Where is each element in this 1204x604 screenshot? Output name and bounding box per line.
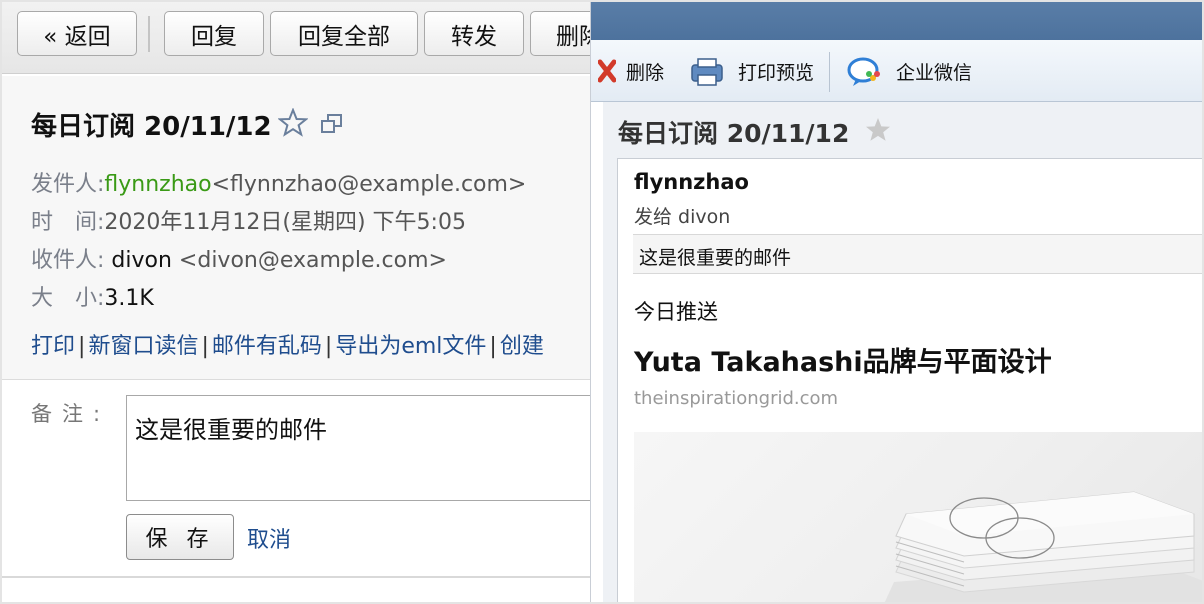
- back-button[interactable]: « 返回: [17, 11, 137, 56]
- sender-row: 发件人:flynnzhao<flynnzhao@example.com>: [31, 166, 526, 198]
- new-window-read-link[interactable]: 新窗口读信: [88, 334, 198, 359]
- web-mail-panel: « 返回 回复 回复全部 转发 删除 每日订阅 20/11/12 发件人:fly…: [0, 0, 600, 604]
- note-label: 备注:: [31, 402, 111, 426]
- sender-name[interactable]: flynnzhao: [104, 172, 211, 197]
- time-label: 时 间:: [31, 210, 105, 235]
- article-headline[interactable]: Yuta Takahashi品牌与平面设计: [634, 340, 1052, 379]
- size-value: 3.1K: [104, 286, 154, 311]
- mail-subject: 每日订阅 20/11/12: [31, 112, 272, 142]
- window-titlebar: [591, 0, 1204, 40]
- recipient-address: <divon@example.com>: [178, 248, 447, 273]
- create-link[interactable]: 创建: [500, 334, 544, 359]
- wechat-icon[interactable]: [846, 55, 884, 89]
- delete-toolbar-button[interactable]: 删除: [626, 58, 664, 85]
- client-sender-name[interactable]: flynnzhao: [634, 170, 749, 194]
- size-row: 大 小:3.1K: [31, 280, 154, 312]
- time-row: 时 间:2020年11月12日(星期四) 下午5:05: [31, 204, 466, 236]
- print-link[interactable]: 打印: [31, 334, 75, 359]
- export-eml-link[interactable]: 导出为eml文件: [335, 334, 486, 359]
- delete-icon[interactable]: [598, 58, 616, 84]
- client-mail-subject: 每日订阅 20/11/12: [618, 119, 850, 148]
- reply-button[interactable]: 回复: [164, 11, 264, 56]
- save-button[interactable]: 保 存: [126, 514, 234, 560]
- sender-address: <flynnzhao@example.com>: [211, 172, 527, 197]
- book-stack-illustration: [884, 491, 1204, 604]
- new-window-icon[interactable]: [321, 114, 343, 134]
- note-textarea[interactable]: 这是很重要的邮件: [126, 395, 600, 501]
- cancel-link[interactable]: 取消: [247, 522, 291, 554]
- recipient-name[interactable]: divon: [111, 248, 172, 273]
- recipient-label: 收件人:: [31, 248, 105, 273]
- toolbar-divider: [148, 16, 150, 52]
- print-icon[interactable]: [690, 56, 724, 88]
- star-outline-icon[interactable]: [278, 108, 308, 138]
- wechat-button[interactable]: 企业微信: [896, 58, 972, 85]
- client-note: 这是很重要的邮件: [633, 234, 1204, 274]
- article-image[interactable]: [634, 432, 1204, 604]
- size-label: 大 小:: [31, 286, 105, 311]
- star-icon[interactable]: [864, 116, 892, 144]
- mail-actions-links: 打印 | 新窗口读信 | 邮件有乱码 | 导出为eml文件 | 创建: [31, 334, 544, 359]
- garbled-mail-link[interactable]: 邮件有乱码: [212, 334, 322, 359]
- recipient-row: 收件人: divon <divon@example.com>: [31, 242, 447, 274]
- forward-button[interactable]: 转发: [424, 11, 524, 56]
- reply-all-button[interactable]: 回复全部: [270, 11, 418, 56]
- print-preview-button[interactable]: 打印预览: [738, 58, 814, 85]
- article-source[interactable]: theinspirationgrid.com: [634, 388, 838, 409]
- time-value: 2020年11月12日(星期四) 下午5:05: [104, 210, 466, 235]
- toolbar-divider: [829, 52, 830, 92]
- sender-label: 发件人:: [31, 172, 105, 197]
- client-recipient: 发给 divon: [634, 206, 731, 228]
- push-title: 今日推送: [634, 300, 718, 324]
- divider: [0, 576, 600, 578]
